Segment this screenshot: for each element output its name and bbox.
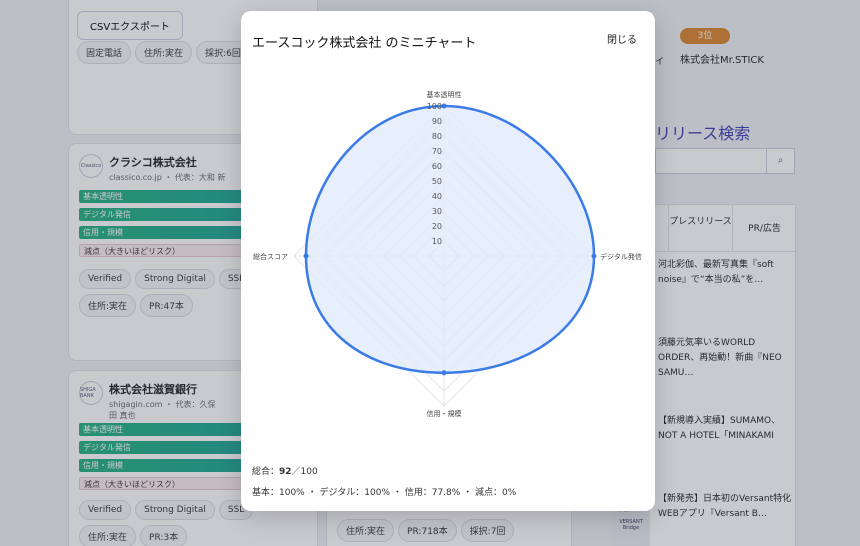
radar-tick-label: 70 xyxy=(432,147,442,156)
radar-chart: 10 20 30 40 50 60 70 80 90 100 基本透明性デジタル発信信用・規模 総合ス… xyxy=(253,90,642,418)
radar-data-point xyxy=(591,253,597,259)
radar-tick-label: 80 xyxy=(432,132,442,141)
radar-tick-label: 60 xyxy=(432,162,442,171)
radar-data-point xyxy=(441,103,447,109)
radar-tick-label: 50 xyxy=(432,177,442,186)
total-score: 総合：92／100 xyxy=(252,464,318,477)
score-breakdown: 基本：100% ・ デジタル：100% ・ 信用：77.8% ・ 減点：0% xyxy=(252,488,517,498)
total-score-max: ／100 xyxy=(291,467,318,477)
radar-axis-label: 信用・規模 xyxy=(427,409,462,418)
radar-tick-label: 20 xyxy=(432,222,442,231)
close-button[interactable]: 閉じる xyxy=(607,31,637,46)
radar-data-point xyxy=(441,370,447,376)
modal-title: エースコック株式会社 のミニチャート xyxy=(252,36,477,51)
total-score-value: 92 xyxy=(279,467,292,477)
total-score-label: 総合： xyxy=(252,467,280,477)
radar-tick-label: 40 xyxy=(432,192,442,201)
radar-tick-label: 90 xyxy=(432,117,442,126)
radar-tick-label: 10 xyxy=(432,237,442,246)
radar-axis-label: 総合スコア xyxy=(253,252,288,261)
radar-tick-label: 100 xyxy=(427,102,442,111)
radar-axis-label: デジタル発信 xyxy=(600,252,642,261)
radar-axis-label: 基本透明性 xyxy=(427,90,462,99)
mini-chart-modal: エースコック株式会社 のミニチャート 閉じる 10 20 30 40 50 60 70 80 9… xyxy=(241,11,655,511)
radar-series-area xyxy=(304,104,596,374)
radar-tick-label: 30 xyxy=(432,207,442,216)
radar-data-point xyxy=(303,253,309,259)
